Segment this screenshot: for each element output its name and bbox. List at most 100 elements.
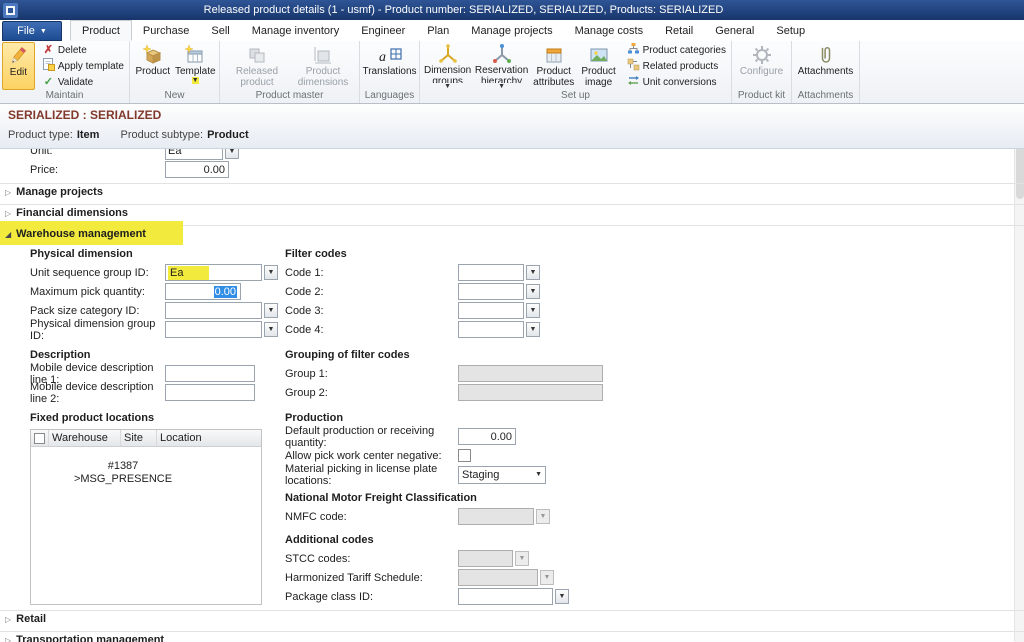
group1-label: Group 1: <box>285 368 458 380</box>
related-boxes-icon <box>627 58 640 75</box>
product-dimensions-label: Product dimensions <box>292 66 354 88</box>
new-product-label: Product <box>136 66 170 77</box>
product-type-value: Item <box>77 129 100 141</box>
grid-column-warehouse[interactable]: Warehouse <box>49 430 121 446</box>
group1-row: Group 1: <box>285 364 1024 383</box>
released-product-variants-button: Released product variants <box>222 42 292 90</box>
grid-column-site[interactable]: Site <box>121 430 157 446</box>
code1-combobox[interactable]: ▼ <box>458 264 540 281</box>
tab-manage-costs[interactable]: Manage costs <box>564 20 654 41</box>
harmonized-tariff-row: Harmonized Tariff Schedule: ▼ <box>285 568 1024 587</box>
package-class-combobox[interactable]: ▼ <box>458 588 569 605</box>
group-label-new: New <box>130 90 219 103</box>
material-picking-select[interactable]: Staging ▼ <box>458 466 546 484</box>
dropdown-arrow-icon[interactable]: ▼ <box>264 265 278 280</box>
dimension-groups-button[interactable]: Dimension groups ▼ <box>422 42 473 90</box>
apply-template-label: Apply template <box>58 61 124 72</box>
unit-sequence-group-label: Unit sequence group ID: <box>30 267 165 279</box>
translations-label: Translations <box>362 66 416 77</box>
tab-product[interactable]: Product <box>70 20 132 41</box>
tab-sell[interactable]: Sell <box>200 20 240 41</box>
related-products-button[interactable]: Related products <box>624 58 729 74</box>
edit-button[interactable]: Edit <box>2 42 35 90</box>
price-input[interactable]: 0.00 <box>165 161 229 178</box>
section-retail-title: Retail <box>16 613 46 625</box>
harmonized-tariff-combobox: ▼ <box>458 569 554 586</box>
dimension-groups-label: Dimension groups <box>422 65 473 83</box>
allow-pick-negative-checkbox[interactable] <box>458 449 471 462</box>
group-label-languages: Languages <box>360 90 419 103</box>
svg-text:a: a <box>379 50 386 65</box>
tab-engineer[interactable]: Engineer <box>350 20 416 41</box>
code4-combobox[interactable]: ▼ <box>458 321 540 338</box>
physical-dimension-group-combobox[interactable]: ▼ <box>165 321 278 338</box>
maximum-pick-quantity-input[interactable]: 0.00 <box>165 283 241 300</box>
tab-general[interactable]: General <box>704 20 765 41</box>
image-icon <box>588 43 610 66</box>
product-attributes-button[interactable]: Product attributes <box>530 42 578 90</box>
pack-size-category-combobox[interactable]: ▼ <box>165 302 278 319</box>
price-label: Price: <box>30 164 165 176</box>
unit-sequence-group-value: Ea <box>168 266 209 280</box>
attachments-label: Attachments <box>798 66 854 77</box>
reservation-hierarchy-button[interactable]: Reservation hierarchy ▼ <box>473 42 530 90</box>
section-financial-dimensions[interactable]: ▷ Financial dimensions <box>0 204 1024 221</box>
dropdown-arrow-icon[interactable]: ▼ <box>526 284 540 299</box>
delete-button-label: Delete <box>58 45 87 56</box>
tab-manage-inventory[interactable]: Manage inventory <box>241 20 350 41</box>
released-product-variants-label: Released product variants <box>222 66 292 88</box>
section-manage-projects[interactable]: ▷ Manage projects <box>0 183 1024 200</box>
validate-button[interactable]: ✓ Validate <box>39 74 127 90</box>
file-menu-button[interactable]: File ▼ <box>2 21 62 41</box>
product-categories-button[interactable]: Product categories <box>624 42 729 58</box>
ribbon: Edit ✗ Delete Apply template ✓ Validate <box>0 41 1024 104</box>
translations-button[interactable]: a Translations <box>363 42 417 90</box>
nmfc-heading: National Motor Freight Classification <box>285 490 1024 507</box>
code3-combobox[interactable]: ▼ <box>458 302 540 319</box>
dropdown-arrow-icon[interactable]: ▼ <box>264 322 278 337</box>
variants-cubes-icon <box>246 43 268 66</box>
mobile-description-line1-input[interactable] <box>165 365 255 382</box>
tab-purchase[interactable]: Purchase <box>132 20 200 41</box>
mobile-description-line2-input[interactable] <box>165 384 255 401</box>
unit-conversions-button[interactable]: Unit conversions <box>624 74 729 90</box>
tab-setup[interactable]: Setup <box>765 20 816 41</box>
gear-icon <box>751 43 773 66</box>
dropdown-arrow-icon[interactable]: ▼ <box>526 303 540 318</box>
configure-label: Configure <box>740 66 783 77</box>
section-warehouse-management-title: Warehouse management <box>16 228 146 240</box>
product-image-button[interactable]: Product image <box>578 42 620 90</box>
code2-combobox[interactable]: ▼ <box>458 283 540 300</box>
section-manage-projects-title: Manage projects <box>16 186 103 198</box>
select-all-checkbox[interactable] <box>34 433 45 444</box>
package-class-row: Package class ID: ▼ <box>285 587 1024 606</box>
new-product-button[interactable]: Product <box>132 42 174 90</box>
dropdown-arrow-icon[interactable]: ▼ <box>555 589 569 604</box>
grid-column-location[interactable]: Location <box>157 430 261 446</box>
dropdown-arrow-icon[interactable]: ▼ <box>264 303 278 318</box>
default-production-quantity-input[interactable]: 0.00 <box>458 428 516 445</box>
allow-pick-negative-label: Allow pick work center negative: <box>285 450 458 462</box>
grid-select-all-cell[interactable] <box>31 430 49 446</box>
tab-manage-projects[interactable]: Manage projects <box>460 20 563 41</box>
pack-size-category-label: Pack size category ID: <box>30 305 165 317</box>
expanded-triangle-icon: ◢ <box>5 230 11 239</box>
dropdown-arrow-icon[interactable]: ▼ <box>526 265 540 280</box>
code2-label: Code 2: <box>285 286 458 298</box>
new-template-button[interactable]: Template ▼ <box>174 42 217 90</box>
tab-plan[interactable]: Plan <box>416 20 460 41</box>
edit-button-label: Edit <box>10 67 27 78</box>
apply-template-button[interactable]: Apply template <box>39 58 127 74</box>
section-retail[interactable]: ▷ Retail <box>0 610 1024 627</box>
dropdown-arrow-icon[interactable]: ▼ <box>526 322 540 337</box>
grid-overlay-line2: >MSG_PRESENCE <box>31 473 215 486</box>
stcc-codes-row: STCC codes: ▼ <box>285 549 1024 568</box>
tab-retail[interactable]: Retail <box>654 20 704 41</box>
section-transportation-management[interactable]: ▷ Transportation management <box>0 631 1024 642</box>
unit-sequence-group-combobox[interactable]: Ea ▼ <box>165 264 278 281</box>
attachments-button[interactable]: Attachments <box>796 42 856 90</box>
product-categories-label: Product categories <box>643 45 726 56</box>
default-production-quantity-value: 0.00 <box>491 431 512 443</box>
delete-button[interactable]: ✗ Delete <box>39 42 127 58</box>
section-warehouse-management[interactable]: ◢ Warehouse management <box>0 225 1024 242</box>
